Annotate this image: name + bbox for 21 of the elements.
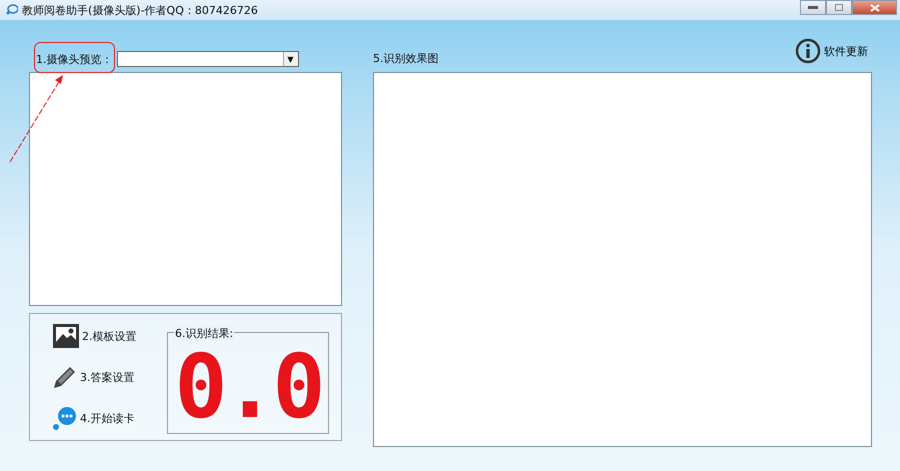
action-label[interactable]: 3.答案设置: [80, 370, 134, 384]
camera-dropdown[interactable]: ▼: [116, 51, 298, 67]
close-icon: [870, 4, 880, 12]
action-label[interactable]: 4.开始读卡: [80, 410, 134, 426]
chat-icon: [52, 405, 78, 431]
result-value: 0.0: [174, 343, 322, 431]
result-label: 6.识别结果:: [174, 326, 234, 341]
update-button[interactable]: 软件更新: [795, 38, 868, 64]
minimize-icon: [808, 6, 818, 10]
action-label[interactable]: 2.模板设置: [82, 328, 136, 344]
camera-preview-label: 1.摄像头预览：: [36, 52, 112, 67]
image-icon: [52, 323, 80, 349]
recognition-image-label: 5.识别效果图: [373, 51, 438, 66]
window-title: 教师阅卷助手(摄像头版)-作者QQ：807426726: [22, 3, 258, 18]
info-icon: [795, 38, 821, 64]
close-button[interactable]: [852, 0, 897, 15]
maximize-icon: [835, 4, 843, 11]
pencil-icon: [52, 364, 78, 390]
chat-icon: [6, 4, 18, 15]
minimize-button[interactable]: [800, 0, 826, 15]
maximize-button[interactable]: [826, 0, 852, 15]
